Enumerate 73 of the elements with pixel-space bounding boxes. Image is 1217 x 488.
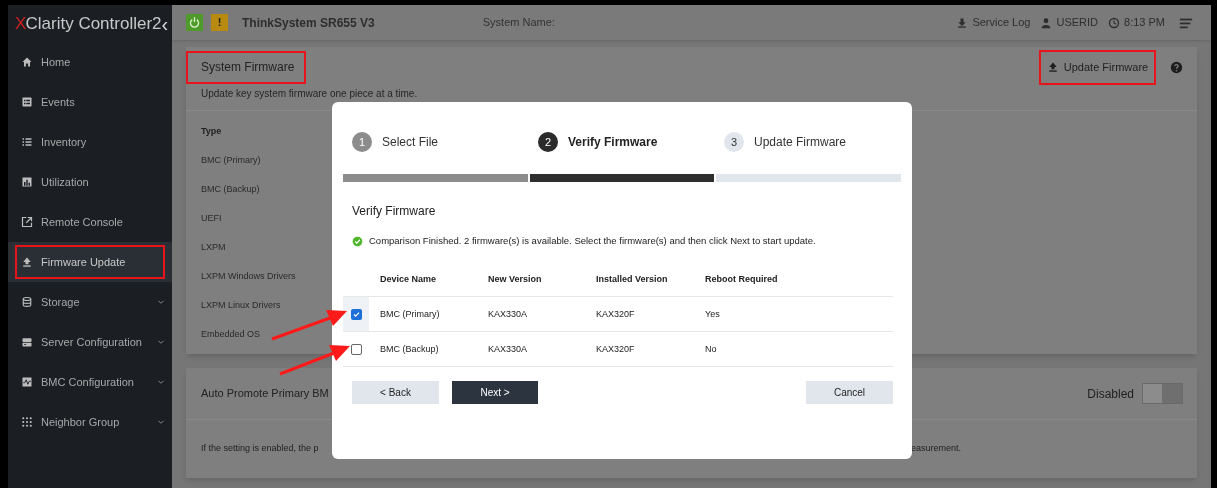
pulse-icon bbox=[21, 376, 33, 388]
table-cell-text: LXPM bbox=[201, 240, 226, 254]
upload-icon bbox=[21, 256, 33, 268]
help-icon bbox=[1170, 60, 1183, 74]
toggle-label: Disabled bbox=[1087, 385, 1134, 403]
section-title: System Firmware bbox=[201, 59, 295, 76]
sidebar-item[interactable]: Server Configuration bbox=[8, 322, 172, 362]
table-cell-text: UEFI bbox=[201, 211, 222, 225]
list-card-icon bbox=[21, 96, 33, 108]
server-model: ThinkSystem SR655 V3 bbox=[242, 14, 375, 32]
sidebar-item[interactable]: Storage bbox=[8, 282, 172, 322]
table-cell-text: LXPM Linux Drivers bbox=[201, 298, 281, 312]
step-number: 2 bbox=[538, 132, 558, 152]
list-icon bbox=[21, 136, 33, 148]
column-header: Reboot Required bbox=[705, 272, 779, 286]
table-cell-text: Embedded OS bbox=[201, 327, 261, 341]
table-cell-text: BMC (Primary) bbox=[201, 153, 261, 167]
step-number: 1 bbox=[352, 132, 372, 152]
sidebar-item[interactable]: Utilization bbox=[8, 162, 172, 202]
column-header: Device Name bbox=[380, 272, 438, 286]
section-description: If the setting is enabled, the p bbox=[201, 442, 320, 456]
download-icon bbox=[956, 16, 969, 29]
warning-badge[interactable]: ! bbox=[211, 14, 228, 31]
step-label: Update Firmware bbox=[754, 134, 847, 151]
grid-icon bbox=[21, 416, 33, 428]
product-logo: XClarity Controller2 bbox=[15, 12, 162, 35]
sidebar-item[interactable]: Events bbox=[8, 82, 172, 122]
column-header: Type bbox=[201, 124, 222, 138]
sidebar-item[interactable]: Home bbox=[8, 42, 172, 82]
table-cell-text: KAX330A bbox=[488, 307, 529, 321]
table-cell-text: LXPM Windows Drivers bbox=[201, 269, 296, 283]
checkbox[interactable] bbox=[350, 343, 362, 355]
check-circle-icon bbox=[352, 235, 363, 247]
back-button[interactable]: < Back bbox=[352, 381, 439, 405]
table-cell-text: BMC (Backup) bbox=[380, 342, 440, 356]
arrow bbox=[279, 345, 350, 376]
table-cell-text: No bbox=[705, 342, 718, 356]
sidebar-item[interactable]: Remote Console bbox=[8, 202, 172, 242]
section-description: easurement. bbox=[911, 442, 962, 456]
checkbox[interactable] bbox=[350, 308, 362, 320]
clock-time: 8:13 PM bbox=[1108, 14, 1165, 31]
update-firmware-button[interactable]: Update Firmware bbox=[1046, 58, 1149, 76]
column-header: Installed Version bbox=[596, 272, 669, 286]
collapse-button[interactable]: ‹ bbox=[161, 13, 169, 34]
step-label: Select File bbox=[382, 134, 439, 151]
dialog-heading: Verify Firmware bbox=[351, 203, 437, 220]
external-link-icon bbox=[21, 216, 33, 228]
step-label: Verify Firmware bbox=[568, 134, 658, 151]
system-name-label: System Name: bbox=[482, 15, 555, 31]
clock-icon bbox=[1108, 16, 1121, 29]
column-header: New Version bbox=[488, 272, 543, 286]
table-cell-text: KAX320F bbox=[596, 307, 636, 321]
table-cell-text: BMC (Primary) bbox=[380, 307, 441, 321]
table-cell-text: KAX320F bbox=[596, 342, 636, 356]
section-title: Auto Promote Primary BM bbox=[201, 386, 329, 402]
step-number: 3 bbox=[724, 132, 744, 152]
home-icon bbox=[21, 56, 33, 68]
table-cell-text: BMC (Backup) bbox=[201, 182, 260, 196]
server-icon bbox=[21, 336, 33, 348]
table-cell-text: Yes bbox=[705, 307, 721, 321]
user-icon bbox=[1040, 16, 1053, 29]
bar-chart-icon bbox=[21, 176, 33, 188]
database-icon bbox=[21, 296, 33, 308]
toggle-switch[interactable] bbox=[1142, 383, 1183, 404]
status-message: Comparison Finished. 2 firmware(s) is available. Select the firmware(s) and then click Next to start update. bbox=[369, 234, 816, 248]
upload-icon bbox=[1046, 61, 1059, 73]
cancel-button[interactable]: Cancel bbox=[806, 381, 893, 405]
sidebar-item[interactable]: BMC Configuration bbox=[8, 362, 172, 402]
sidebar-item[interactable]: Neighbor Group bbox=[8, 402, 172, 442]
next-button[interactable]: Next > bbox=[452, 381, 538, 405]
checkmark-icon bbox=[351, 309, 361, 319]
table-cell-text: KAX330A bbox=[488, 342, 529, 356]
sidebar-item[interactable]: Inventory bbox=[8, 122, 172, 162]
